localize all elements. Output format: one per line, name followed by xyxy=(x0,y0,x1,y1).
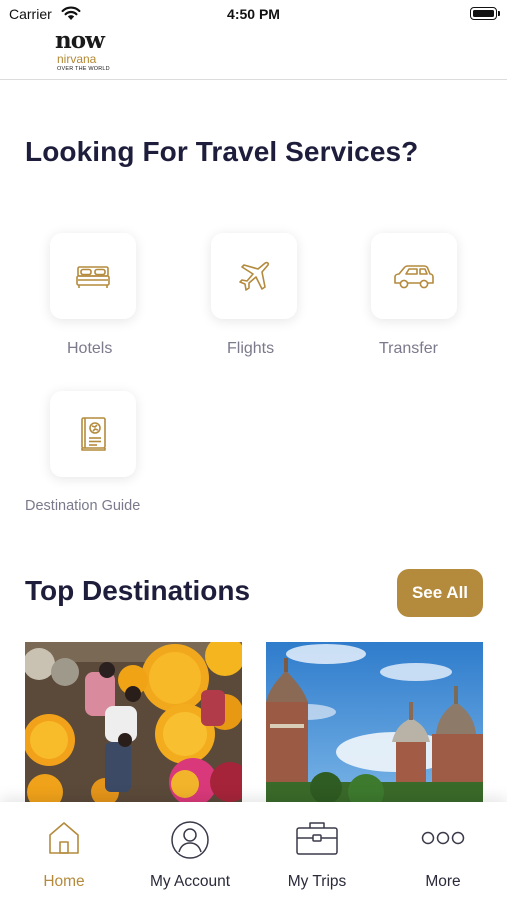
top-destinations-heading: Top Destinations xyxy=(25,575,251,606)
tab-my-account-label: My Account xyxy=(149,873,231,890)
tab-my-trips[interactable]: My Trips xyxy=(254,802,380,900)
briefcase-icon xyxy=(296,822,338,855)
service-flights[interactable]: Flights xyxy=(211,233,351,373)
app-header: now nirvana OVER THE WORLD xyxy=(0,28,507,80)
status-bar: Carrier 4:50 PM xyxy=(0,0,507,28)
more-icon xyxy=(421,831,465,845)
tab-my-account[interactable]: My Account xyxy=(127,802,253,900)
tab-more-label: More xyxy=(425,873,461,890)
tab-my-trips-label: My Trips xyxy=(287,873,347,890)
home-icon xyxy=(49,822,79,854)
service-transfer[interactable]: Transfer xyxy=(371,233,507,373)
hotels-label: Hotels xyxy=(67,340,113,357)
transfer-label: Transfer xyxy=(379,340,438,357)
destination-guide-tile[interactable] xyxy=(50,391,136,477)
tab-home[interactable]: Home xyxy=(1,802,127,900)
destination-guide-label: Destination Guide xyxy=(25,498,141,514)
tab-home-label: Home xyxy=(43,873,85,890)
bottom-tab-bar: Home My Account My Trips More xyxy=(0,802,507,900)
airplane-icon xyxy=(239,261,269,291)
flights-tile[interactable] xyxy=(211,233,297,319)
bed-icon xyxy=(76,266,110,288)
service-hotels[interactable]: Hotels xyxy=(50,233,190,373)
services-heading: Looking For Travel Services? xyxy=(25,136,419,167)
see-all-button[interactable]: See All xyxy=(397,569,483,617)
logo-wordmark: now xyxy=(55,27,105,54)
brand-logo[interactable]: now nirvana OVER THE WORLD xyxy=(55,29,121,77)
clock-label: 4:50 PM xyxy=(227,6,280,22)
tab-more[interactable]: More xyxy=(380,802,506,900)
hotels-tile[interactable] xyxy=(50,233,136,319)
logo-tagline: OVER THE WORLD xyxy=(57,66,110,72)
logo-subtitle: nirvana xyxy=(57,52,97,66)
heritage-building-image xyxy=(266,642,483,802)
service-destination-guide[interactable]: Destination Guide xyxy=(25,391,205,531)
flights-label: Flights xyxy=(227,340,275,357)
battery-icon xyxy=(470,7,500,20)
destination-card-heritage-building[interactable] xyxy=(266,642,483,802)
destination-card-flower-market[interactable] xyxy=(25,642,242,802)
flower-market-image xyxy=(25,642,242,802)
car-icon xyxy=(394,265,434,289)
guide-book-icon xyxy=(81,417,106,451)
user-icon xyxy=(171,821,209,859)
transfer-tile[interactable] xyxy=(371,233,457,319)
